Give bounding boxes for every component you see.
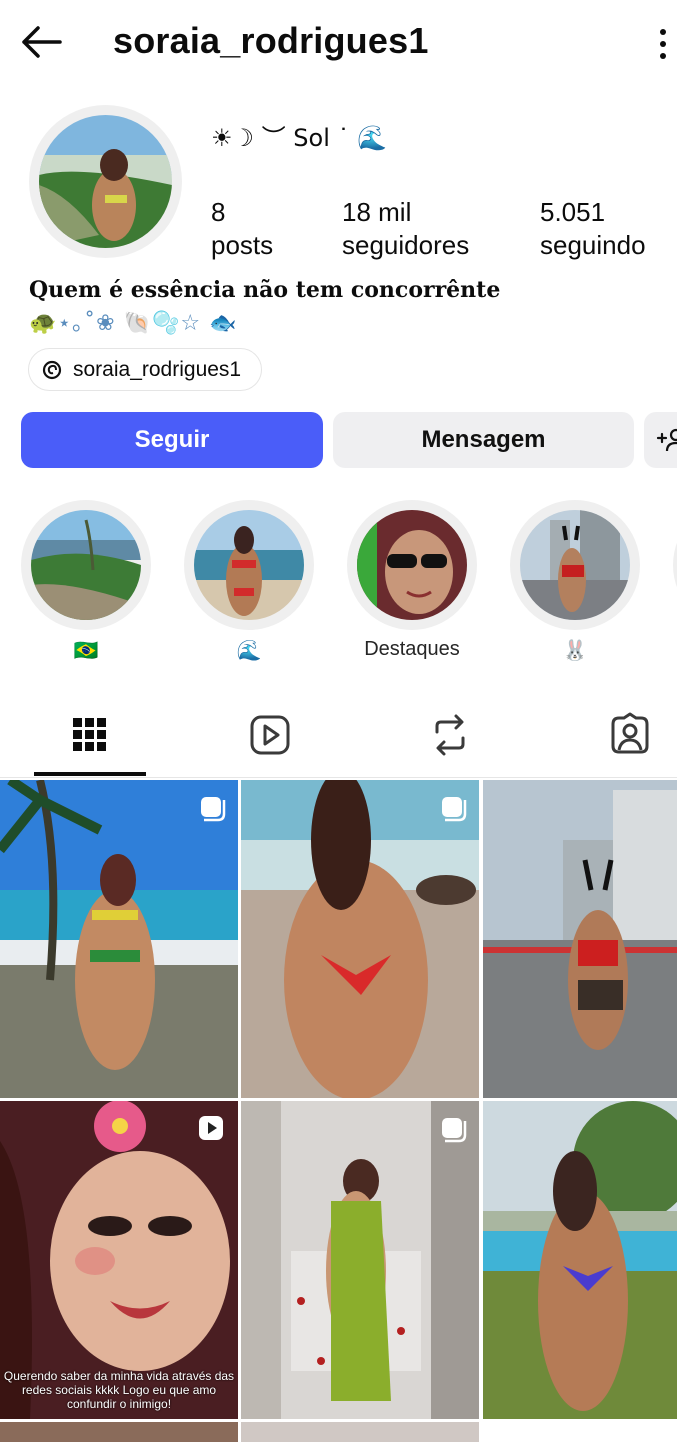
profile-username: soraia_rodrigues1 <box>113 20 429 61</box>
stat-following[interactable]: 5.051 seguindo <box>540 196 646 262</box>
following-label: seguindo <box>540 230 646 260</box>
top-bar: soraia_rodrigues1 <box>0 0 677 88</box>
bio-text: Quem é essência não tem concorrênte <box>29 277 501 303</box>
followers-label: seguidores <box>342 230 470 260</box>
carousel-icon <box>201 797 226 822</box>
profile-avatar[interactable] <box>29 105 182 258</box>
posts-label: posts <box>211 230 274 260</box>
post-tile[interactable] <box>483 1101 677 1419</box>
bio-emoji-line: 🐢⋆｡˚❀ 🐚🫧☆ 🐟 <box>29 311 238 336</box>
following-count: 5.051 <box>540 197 606 227</box>
highlight-caption: 🇧🇷 <box>73 640 99 662</box>
reels-icon[interactable] <box>245 710 295 760</box>
highlight-cover <box>194 510 304 620</box>
followers-count: 18 mil <box>342 197 412 227</box>
posts-count: 8 <box>211 197 226 227</box>
suggest-user-button[interactable] <box>644 412 677 468</box>
add-user-icon <box>656 428 677 452</box>
message-button[interactable]: Mensagem <box>333 412 634 468</box>
post-image <box>241 780 479 1098</box>
post-image <box>483 1101 677 1419</box>
highlight-caption: Destaques <box>364 638 460 660</box>
threads-link-chip[interactable]: soraia_rodrigues1 <box>28 348 263 391</box>
highlight-item[interactable]: 🐰 <box>510 500 640 663</box>
tagged-icon[interactable] <box>605 710 655 760</box>
post-tile[interactable]: Querendo saber da minha vida através das… <box>0 1101 238 1419</box>
post-overlay-text: Querendo saber da minha vida através das… <box>3 1369 235 1411</box>
highlight-cover <box>31 510 141 620</box>
highlight-item[interactable]: 🌊 <box>184 500 314 663</box>
post-tile[interactable] <box>483 780 677 1098</box>
highlight-cover <box>357 510 467 620</box>
grid-icon[interactable] <box>65 710 115 760</box>
highlight-item[interactable] <box>673 500 677 630</box>
follow-button[interactable]: Seguir <box>21 412 323 468</box>
reposts-icon[interactable] <box>425 710 475 760</box>
threads-handle: soraia_rodrigues1 <box>73 357 242 381</box>
carousel-icon <box>442 797 467 822</box>
story-highlights: 🇧🇷 🌊 Destaques 🐰 <box>0 500 677 670</box>
highlight-caption: 🌊 <box>236 640 262 662</box>
avatar-photo <box>39 115 172 248</box>
arrow-left-icon[interactable] <box>18 22 64 62</box>
more-vertical-icon[interactable] <box>652 24 674 64</box>
active-tab-indicator <box>34 772 146 776</box>
highlight-item[interactable]: Destaques <box>347 500 477 661</box>
highlight-cover <box>520 510 630 620</box>
post-tile[interactable] <box>241 1422 479 1442</box>
post-tile[interactable] <box>0 780 238 1098</box>
stat-posts[interactable]: 8 posts <box>211 196 273 262</box>
highlight-item[interactable]: 🇧🇷 <box>21 500 151 663</box>
display-name: ☀︎☽ ︶ Sol ˙ 🌊 <box>211 124 388 152</box>
post-tile[interactable] <box>0 1422 238 1442</box>
reel-icon <box>199 1116 223 1140</box>
post-image <box>241 1101 479 1419</box>
post-image <box>483 780 677 1098</box>
post-image <box>0 780 238 1098</box>
carousel-icon <box>442 1118 467 1143</box>
threads-icon <box>42 360 62 379</box>
post-tile[interactable] <box>241 1101 479 1419</box>
highlight-caption: 🐰 <box>562 640 588 662</box>
post-tile[interactable] <box>241 780 479 1098</box>
stat-followers[interactable]: 18 mil seguidores <box>342 196 469 262</box>
profile-tabs <box>0 700 677 778</box>
